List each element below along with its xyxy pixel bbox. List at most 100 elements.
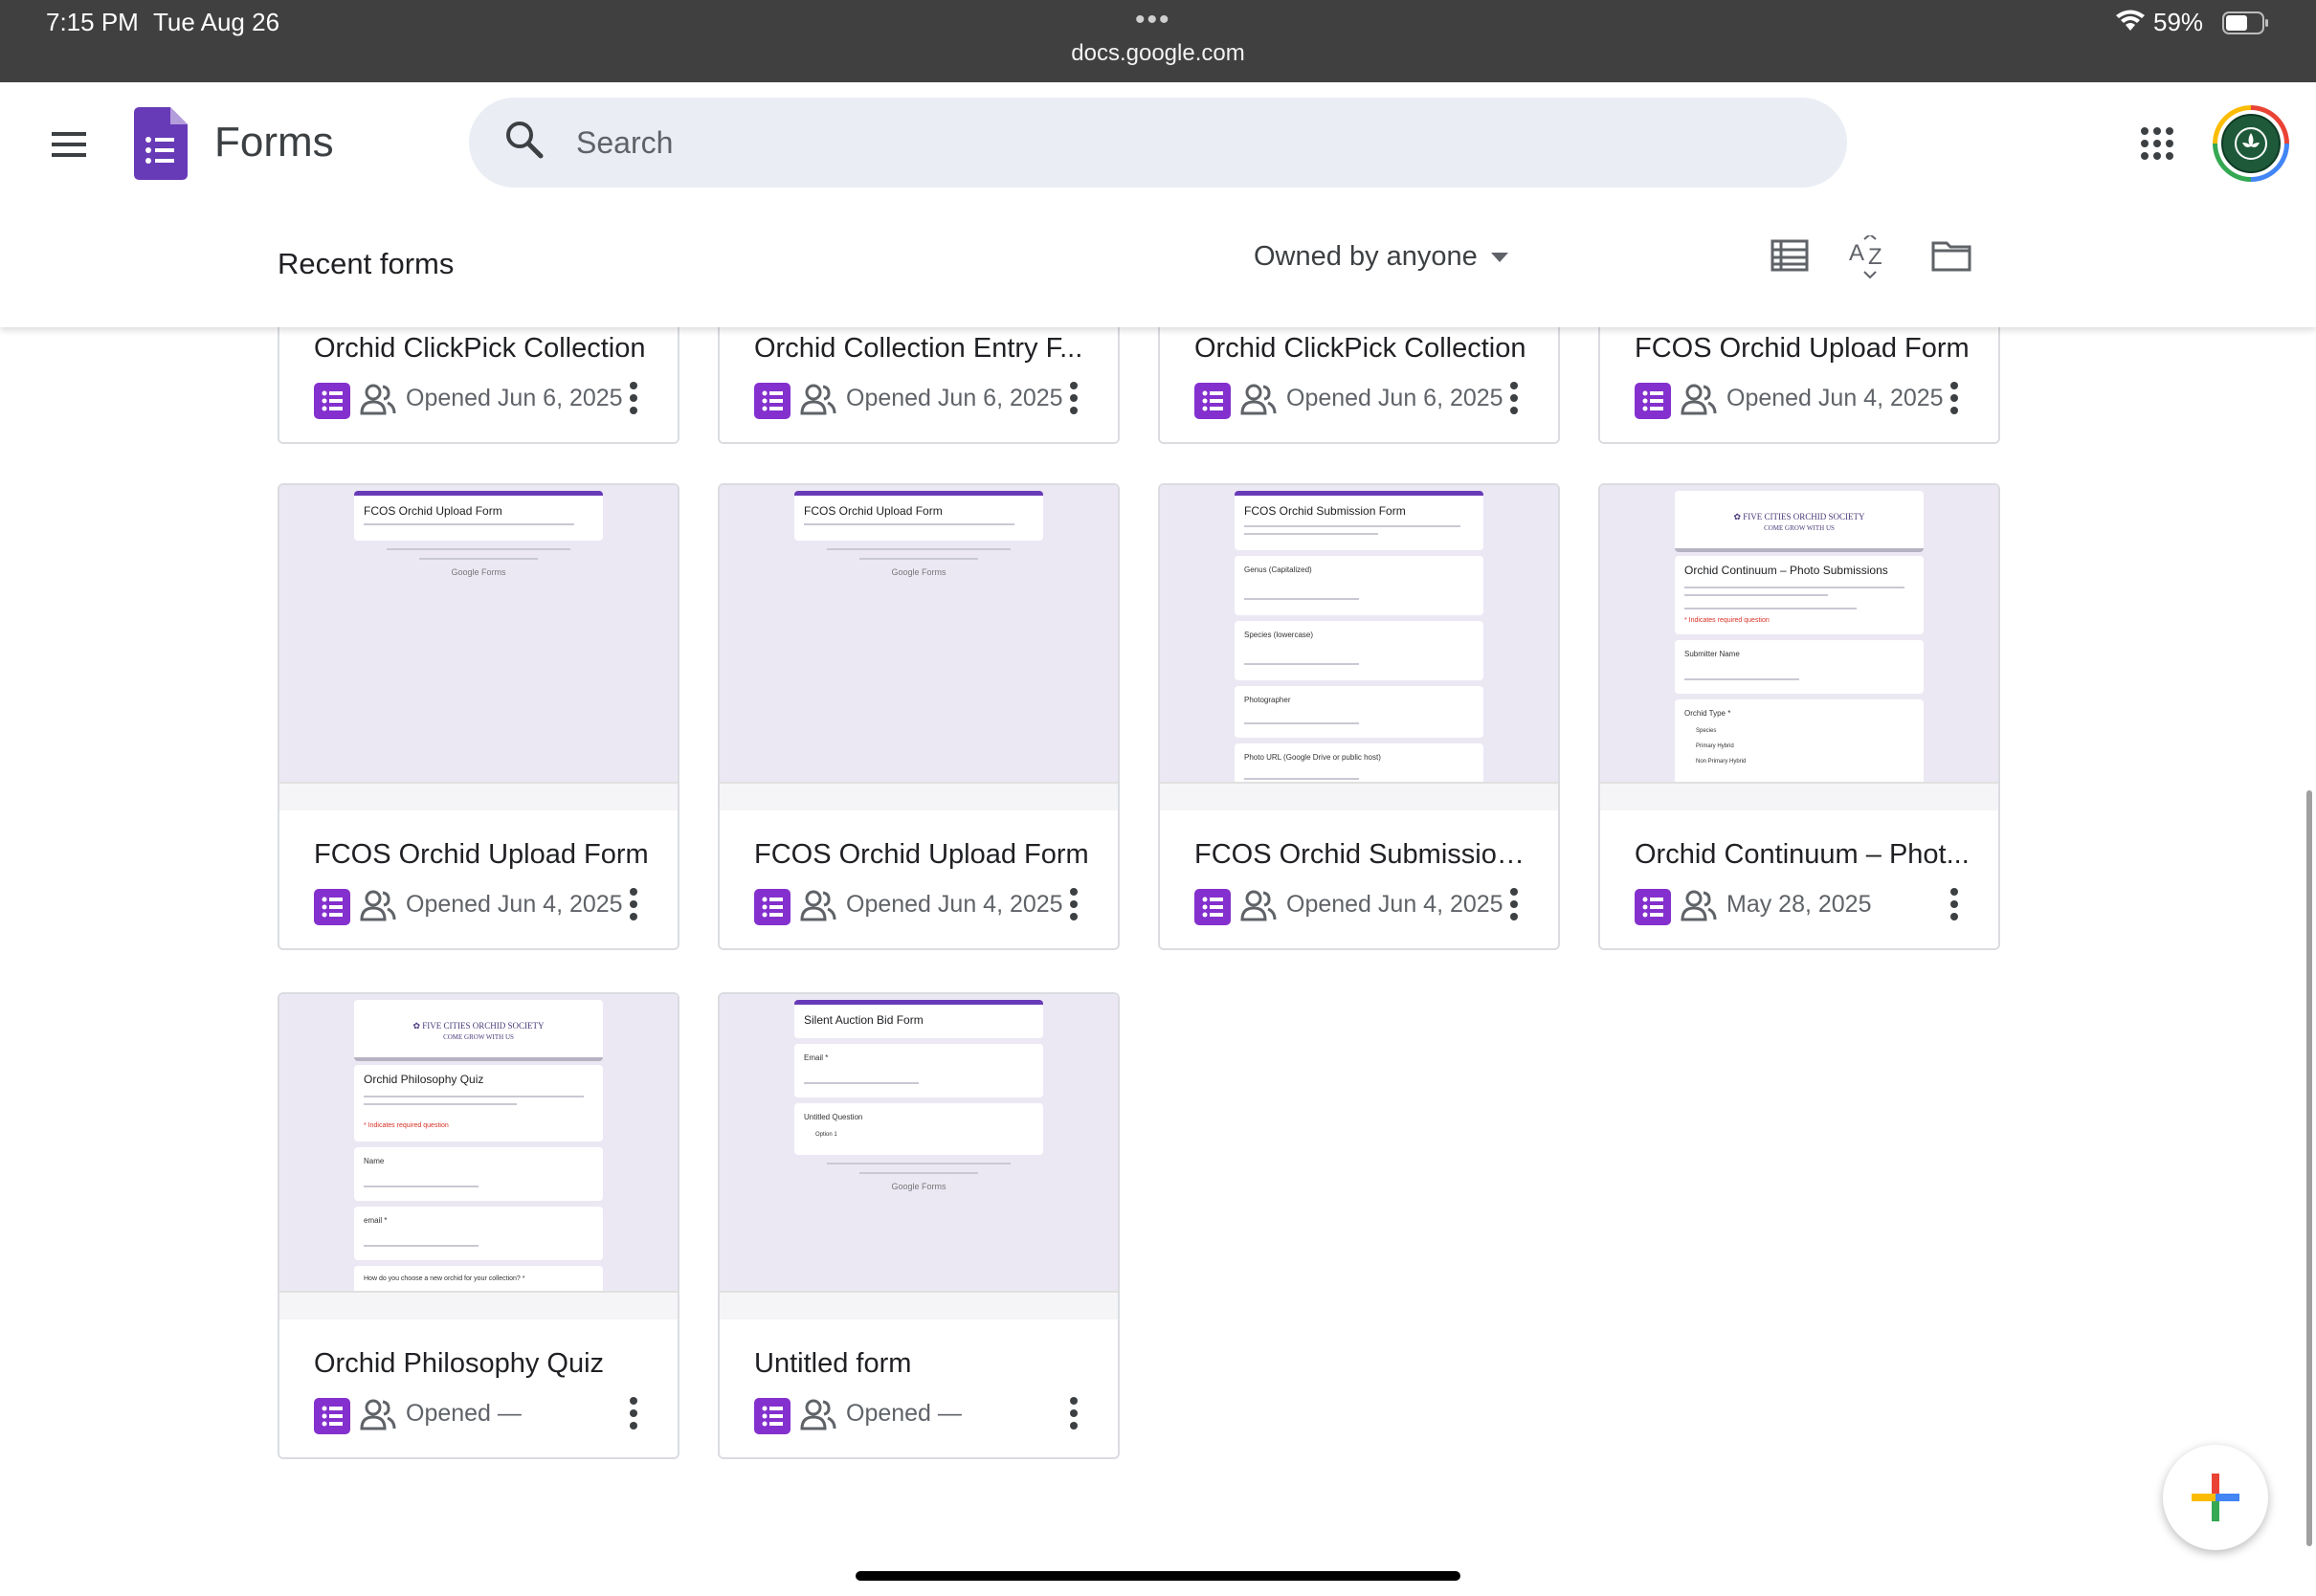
preview-title: FCOS Orchid Upload Form [804, 504, 943, 518]
shared-people-icon [360, 890, 396, 921]
search-icon[interactable] [503, 119, 546, 161]
sort-az-icon[interactable]: A Z [1849, 235, 1891, 279]
form-title: FCOS Orchid Upload Form [754, 839, 1089, 870]
form-title: FCOS Orchid Upload Form [1635, 333, 1970, 364]
preview-question-label: Orchid Type * [1684, 709, 1731, 718]
form-title: FCOS Orchid Upload Form [314, 839, 649, 870]
thumbnail-band [1160, 784, 1558, 810]
preview-footer-line [859, 558, 978, 560]
more-vert-icon[interactable] [628, 1396, 639, 1430]
form-thumbnail: ✿ FIVE CITIES ORCHID SOCIETY COME GROW WI… [279, 994, 678, 1293]
preview-line [364, 1103, 517, 1105]
preview-line [1684, 594, 1828, 596]
more-vert-icon[interactable] [1068, 887, 1080, 921]
create-plus-icon [2192, 1474, 2239, 1521]
opened-date: Opened Jun 4, 2025 [846, 891, 1063, 918]
form-file-icon [314, 1398, 350, 1434]
shared-people-icon [1681, 384, 1717, 415]
preview-line [1244, 533, 1378, 535]
thumbnail-band [720, 784, 1118, 810]
thumbnail-band [720, 1293, 1118, 1319]
shared-people-icon [1681, 890, 1717, 921]
form-title: Orchid Collection Entry F... [754, 333, 1083, 364]
preview-tagline: COME GROW WITH US [1764, 524, 1835, 532]
preview-answer-line [1244, 778, 1359, 780]
preview-question-label: Species (lowercase) [1244, 631, 1314, 639]
preview-question-label: email * [364, 1216, 388, 1225]
preview-question-label: Photographer [1244, 696, 1291, 704]
form-title: Untitled form [754, 1348, 912, 1379]
recent-forms-heading: Recent forms [278, 247, 455, 280]
preview-question-label: Genus (Capitalized) [1244, 565, 1312, 574]
preview-required-note: * Indicates required question [1684, 617, 1770, 624]
form-file-icon [1194, 383, 1231, 419]
opened-date: Opened Jun 4, 2025 [406, 891, 623, 918]
preview-accent-bar [354, 491, 603, 496]
preview-question-label: How do you choose a new orchid for your … [364, 1275, 525, 1282]
form-file-icon [754, 383, 791, 419]
form-card[interactable]: FCOS Orchid Upload Form Google Forms FCO… [718, 483, 1120, 950]
preview-question: Photo URL (Google Drive or public host) [1235, 743, 1483, 782]
preview-logo-text: FIVE CITIES ORCHID SOCIETY [422, 1021, 545, 1031]
preview-header-card: FCOS Orchid Upload Form [354, 491, 603, 541]
scrollbar-thumb[interactable] [2306, 790, 2312, 1546]
search-bar[interactable] [469, 98, 1847, 188]
preview-required-note: * Indicates required question [364, 1122, 449, 1129]
account-avatar[interactable] [2213, 105, 2289, 182]
more-vert-icon[interactable] [1068, 381, 1080, 415]
avatar-image [2221, 114, 2281, 173]
owner-filter-dropdown[interactable]: Owned by anyone [1254, 241, 1508, 273]
shared-people-icon [800, 1399, 836, 1430]
url-display[interactable]: docs.google.com [0, 40, 2316, 67]
more-vert-icon[interactable] [628, 887, 639, 921]
more-vert-icon[interactable] [628, 381, 639, 415]
preview-society-logo: ✿ FIVE CITIES ORCHID SOCIETY COME GROW WI… [1733, 512, 1865, 532]
form-card[interactable]: FCOS Orchid Upload Form Google Forms FCO… [278, 483, 679, 950]
opened-date: Opened Jun 6, 2025 [1286, 385, 1503, 411]
apps-grid-icon[interactable] [2140, 126, 2174, 161]
home-indicator[interactable] [856, 1571, 1460, 1581]
folder-icon[interactable] [1931, 239, 1971, 272]
status-time: 7:15 PM [46, 8, 139, 36]
more-vert-icon[interactable] [1508, 887, 1520, 921]
more-vert-icon[interactable] [1949, 381, 1960, 415]
forms-logo-icon[interactable] [134, 107, 188, 180]
opened-date: Opened — [406, 1400, 522, 1427]
more-vert-icon[interactable] [1068, 1396, 1080, 1430]
search-input[interactable] [576, 121, 1725, 165]
form-card[interactable]: ✿ FIVE CITIES ORCHID SOCIETY COME GROW WI… [278, 992, 679, 1459]
preview-option: Primary Hybrid [1696, 743, 1734, 749]
more-vert-icon[interactable] [1508, 381, 1520, 415]
preview-answer-line [1244, 722, 1359, 724]
preview-answer-line [364, 1245, 479, 1247]
opened-date: Opened Jun 4, 2025 [1286, 891, 1503, 918]
preview-google-forms: Google Forms [891, 567, 946, 577]
list-view-icon[interactable] [1770, 239, 1809, 272]
preview-question: Species (lowercase) [1235, 621, 1483, 680]
opened-date: Opened Jun 6, 2025 [406, 385, 623, 411]
multitasking-dots-icon[interactable]: ••• [1135, 4, 1171, 36]
owner-filter-label: Owned by anyone [1254, 241, 1478, 272]
preview-question-label: Name [364, 1157, 385, 1165]
preview-title: Silent Auction Bid Form [804, 1013, 924, 1027]
preview-header-card: Silent Auction Bid Form [794, 1000, 1043, 1038]
preview-line [364, 1096, 584, 1097]
form-title: Orchid ClickPick Collection [314, 333, 646, 364]
status-bar: 7:15 PM Tue Aug 26 ••• docs.google.com 5… [0, 0, 2316, 82]
form-card[interactable]: Silent Auction Bid Form Email * Untitled… [718, 992, 1120, 1459]
preview-accent-bar [794, 1000, 1043, 1005]
form-card[interactable]: FCOS Orchid Submission Form Genus (Capit… [1158, 483, 1560, 950]
preview-answer-line [1244, 663, 1359, 665]
create-form-button[interactable] [2163, 1445, 2268, 1550]
more-vert-icon[interactable] [1949, 887, 1960, 921]
menu-icon[interactable] [50, 130, 88, 159]
app-title[interactable]: Forms [214, 119, 334, 166]
preview-question-label: Photo URL (Google Drive or public host) [1244, 753, 1381, 762]
preview-line [1244, 525, 1460, 527]
opened-date: Opened Jun 6, 2025 [846, 385, 1063, 411]
preview-accent-bar [1235, 491, 1483, 496]
app-header: Forms Search Recent forms Owned by anyon… [0, 82, 2316, 327]
form-card[interactable]: ✿ FIVE CITIES ORCHID SOCIETY COME GROW WI… [1598, 483, 2000, 950]
preview-answer-line [804, 1082, 919, 1084]
preview-option: Species [1696, 728, 1717, 734]
